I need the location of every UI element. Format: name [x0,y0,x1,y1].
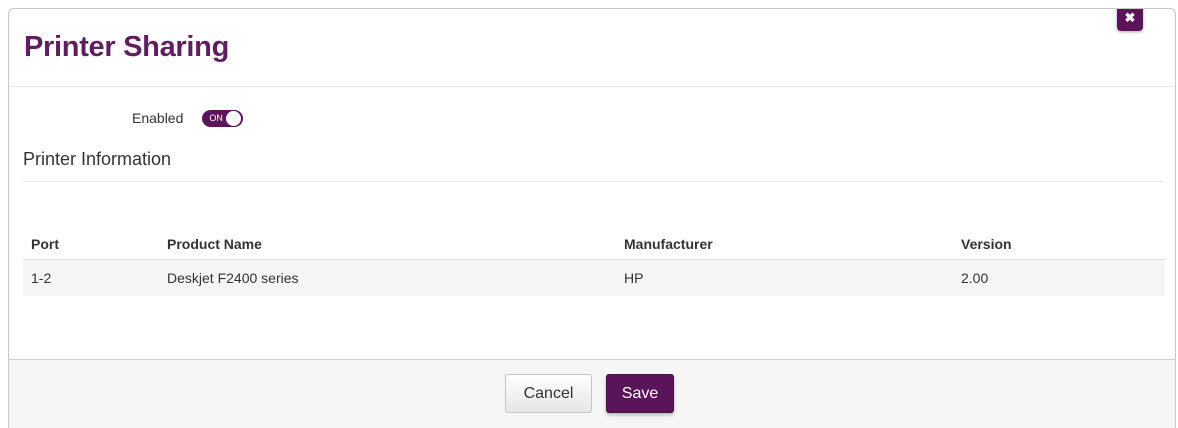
section-divider [23,181,1163,182]
column-header-product-name: Product Name [159,229,616,260]
table-header-row: Port Product Name Manufacturer Version [23,229,1165,260]
enabled-toggle[interactable]: ON [202,109,244,127]
save-button[interactable]: Save [606,374,674,413]
close-icon: ✖ [1124,10,1136,25]
section-title-printer-information: Printer Information [23,149,172,169]
close-button[interactable]: ✖ [1117,9,1143,31]
cell-manufacturer: HP [616,259,953,296]
toggle-state-text: ON [209,112,223,123]
cell-product-name: Deskjet F2400 series [159,259,616,296]
column-header-version: Version [953,229,1165,260]
enabled-label: Enabled [132,110,184,126]
dialog-body: Enabled ON Printer Information Port Prod… [9,87,1175,359]
cancel-button[interactable]: Cancel [505,374,592,413]
column-header-port: Port [23,229,159,260]
page-title: Printer Sharing [24,31,229,63]
dialog-header: Printer Sharing ✖ [9,9,1175,87]
printer-table: Port Product Name Manufacturer Version 1… [23,229,1165,296]
table-row: 1-2 Deskjet F2400 series HP 2.00 [23,259,1165,296]
cell-version: 2.00 [953,259,1165,296]
cell-port: 1-2 [23,259,159,296]
printer-sharing-dialog: Printer Sharing ✖ Enabled ON Printer Inf… [8,8,1176,428]
toggle-knob [226,110,242,126]
enabled-row: Enabled ON [132,109,244,127]
column-header-manufacturer: Manufacturer [616,229,953,260]
dialog-footer: Cancel Save [9,359,1175,428]
